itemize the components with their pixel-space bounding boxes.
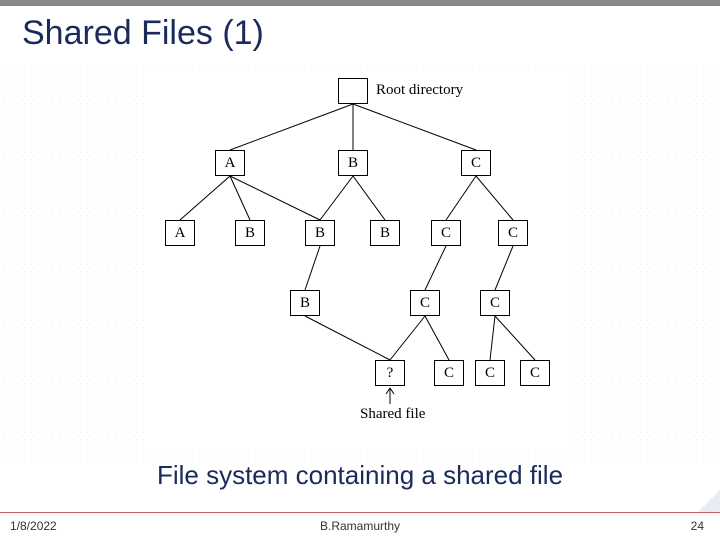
slide-footer: 1/8/2022 B.Ramamurthy 24 xyxy=(0,512,720,540)
tree-edges xyxy=(150,70,570,450)
footer-date: 1/8/2022 xyxy=(10,519,57,533)
filesystem-tree-diagram: Root directory A B C A B B B C C B C C ?… xyxy=(150,70,570,450)
footer-author: B.Ramamurthy xyxy=(320,519,400,533)
pagefold-icon xyxy=(698,490,720,512)
slide-title: Shared Files (1) xyxy=(22,14,264,53)
slide-caption: File system containing a shared file xyxy=(0,460,720,491)
footer-pagenum: 24 xyxy=(691,519,704,533)
